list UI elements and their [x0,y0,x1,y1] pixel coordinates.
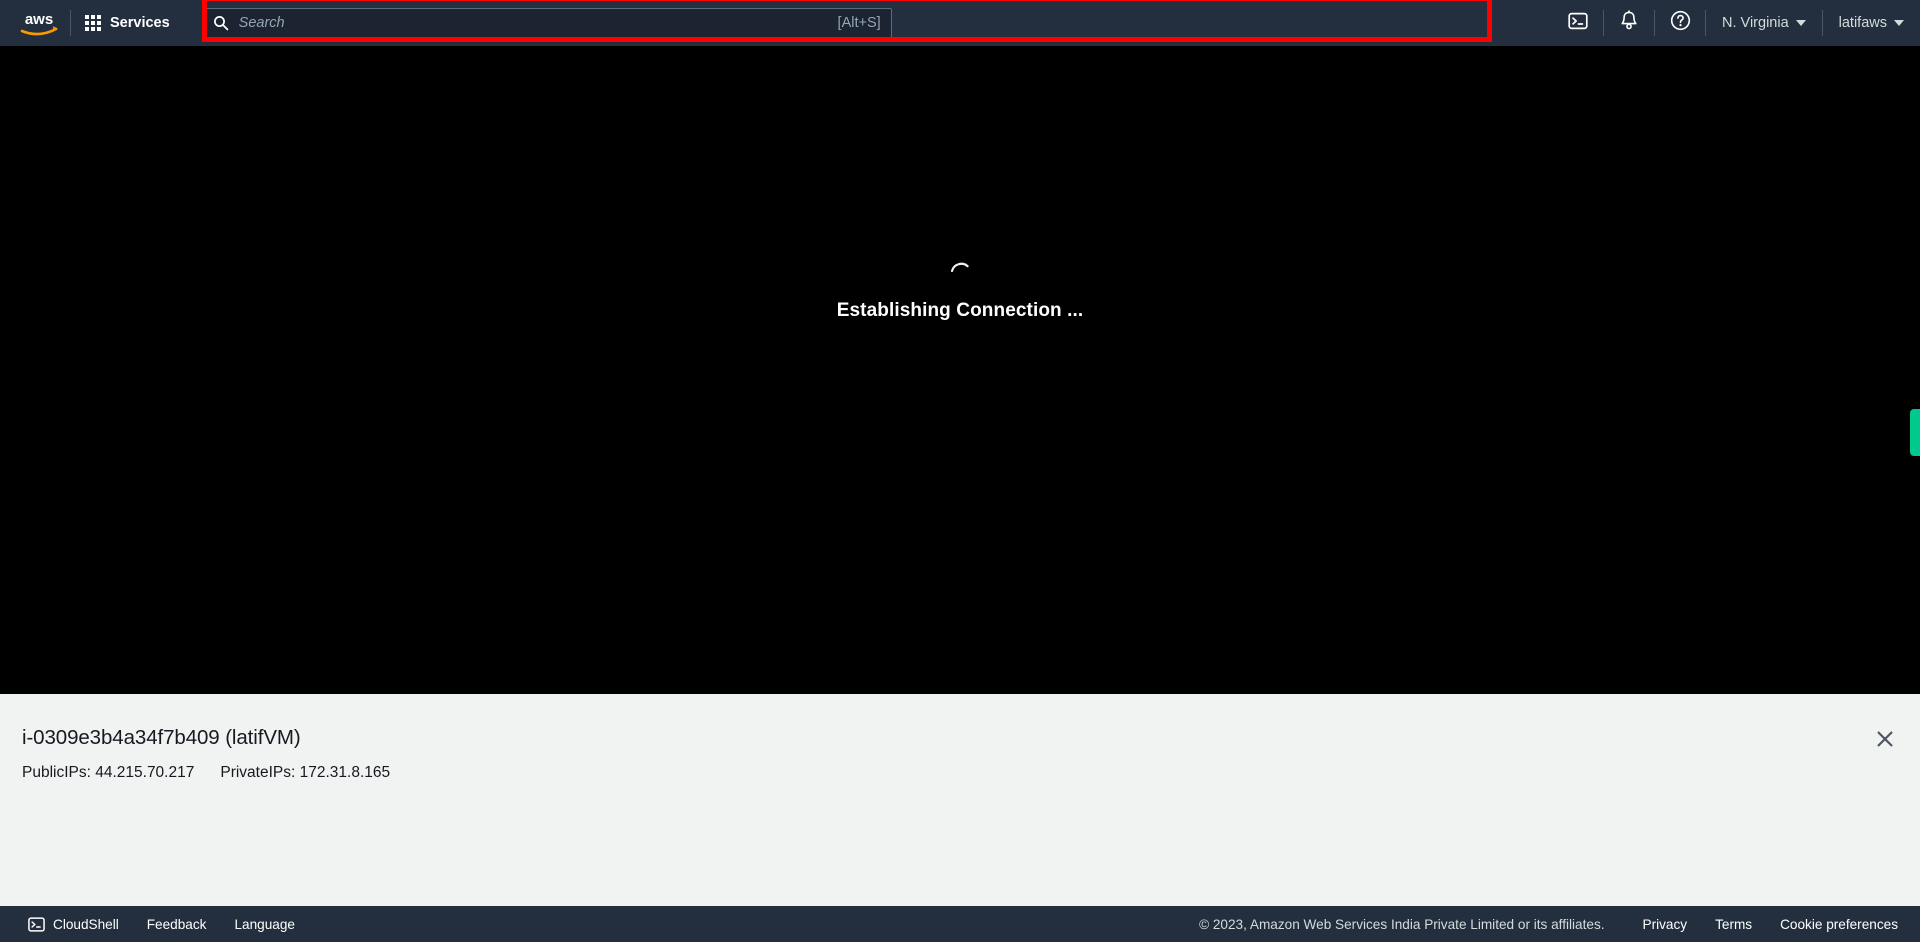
search-shortcut-hint: [Alt+S] [837,15,881,31]
region-selector[interactable]: N. Virginia [1706,0,1822,46]
cloudshell-icon [28,916,45,933]
chevron-down-icon [1795,20,1806,26]
grid-icon [85,15,101,31]
instance-id-title: i-0309e3b4a34f7b409 (latifVM) [22,726,301,749]
global-search: [Alt+S] [201,8,892,38]
services-label: Services [110,15,170,31]
search-icon [213,15,229,31]
region-label: N. Virginia [1722,15,1789,31]
footer-feedback-link[interactable]: Feedback [133,906,221,942]
footer-right-group: Privacy Terms Cookie preferences [1629,906,1920,942]
svg-text:aws: aws [25,11,53,28]
footer-copyright: © 2023, Amazon Web Services India Privat… [1199,916,1605,932]
instance-ip-addresses: PublicIPs: 44.215.70.217 PrivateIPs: 172… [22,764,390,782]
footer-privacy-link[interactable]: Privacy [1629,906,1702,942]
footer-terms-link[interactable]: Terms [1701,906,1766,942]
bell-icon [1619,10,1639,36]
footer-language-label: Language [234,916,295,932]
loading-spinner [0,250,1920,284]
aws-logo[interactable]: aws [8,0,70,46]
account-menu[interactable]: latifaws [1823,0,1920,46]
nav-right-group: N. Virginia latifaws [1553,0,1920,46]
account-label: latifaws [1838,15,1887,31]
close-icon [1875,729,1895,754]
footer-cloudshell-button[interactable]: CloudShell [14,906,133,942]
cloudshell-button[interactable] [1553,0,1603,46]
help-icon [1670,10,1691,36]
help-button[interactable] [1655,0,1705,46]
instance-info-panel: i-0309e3b4a34f7b409 (latifVM) PublicIPs:… [0,694,1920,906]
footer-language-link[interactable]: Language [220,906,308,942]
page-footer: CloudShell Feedback Language © 2023, Ama… [0,906,1920,942]
public-ip-label: PublicIPs: 44.215.70.217 [22,764,195,781]
footer-terms-label: Terms [1715,916,1753,932]
footer-left-group: CloudShell Feedback Language [0,906,309,942]
footer-cloudshell-label: CloudShell [53,916,119,932]
footer-feedback-label: Feedback [146,916,207,932]
chevron-down-icon [1894,20,1904,26]
footer-privacy-label: Privacy [1642,916,1688,932]
close-panel-button[interactable] [1868,724,1902,758]
instance-connect-terminal[interactable]: Establishing Connection ... [0,46,1920,694]
search-input[interactable] [238,15,832,31]
scroll-position-indicator[interactable] [1910,409,1920,456]
connection-status-text: Establishing Connection ... [836,300,1084,321]
private-ip-label: PrivateIPs: 172.31.8.165 [220,764,391,781]
footer-cookie-label: Cookie preferences [1780,916,1898,932]
services-menu-button[interactable]: Services [71,0,184,46]
top-navigation-bar: aws Services [Alt+S] [0,0,1920,46]
notifications-button[interactable] [1604,0,1654,46]
cloudshell-icon [1568,11,1588,36]
footer-cookie-preferences-link[interactable]: Cookie preferences [1766,906,1912,942]
search-box[interactable]: [Alt+S] [201,8,892,38]
